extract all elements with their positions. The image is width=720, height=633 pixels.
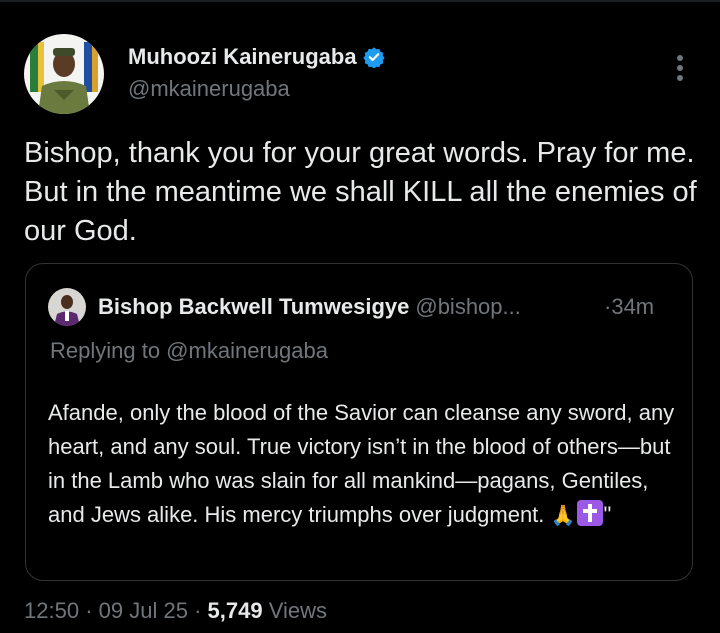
quoted-author-name[interactable]: Bishop Backwell Tumwesigye — [98, 294, 409, 319]
quoted-author-row: Bishop Backwell Tumwesigye @bishop... — [98, 294, 521, 320]
latin-cross-emoji — [577, 500, 604, 526]
replying-to[interactable]: Replying to @mkainerugaba — [50, 338, 328, 364]
quoted-author-handle[interactable]: @bishop... — [415, 294, 521, 319]
meta-separator-1: · — [85, 598, 93, 623]
quoted-tweet[interactable]: Bishop Backwell Tumwesigye @bishop... ·34… — [25, 263, 693, 581]
meta-separator-2: · — [194, 598, 202, 623]
author-name[interactable]: Muhoozi Kainerugaba — [128, 44, 357, 70]
author-avatar[interactable] — [24, 34, 104, 114]
author-handle[interactable]: @mkainerugaba — [128, 76, 290, 102]
quoted-text: Afande, only the blood of the Savior can… — [48, 396, 678, 533]
quoted-trailing: " — [603, 502, 612, 527]
tweet-time[interactable]: 12:50 — [24, 598, 79, 623]
views-label[interactable]: Views — [269, 598, 327, 623]
tweet-date[interactable]: 09 Jul 25 — [99, 598, 188, 623]
quoted-author-avatar[interactable] — [48, 288, 86, 326]
quoted-timestamp: ·34m — [604, 294, 654, 320]
verified-badge-icon — [362, 47, 385, 68]
folded-hands-emoji: 🙏 — [550, 505, 576, 527]
tweet-meta: 12:50 · 09 Jul 25 · 5,749 Views — [24, 598, 327, 624]
author-name-row: Muhoozi Kainerugaba — [128, 44, 385, 70]
views-count[interactable]: 5,749 — [208, 598, 263, 623]
tweet-text: Bishop, thank you for your great words. … — [24, 137, 697, 247]
top-divider — [0, 0, 720, 2]
more-options-icon[interactable] — [668, 52, 692, 84]
quoted-time: 34m — [611, 294, 655, 319]
